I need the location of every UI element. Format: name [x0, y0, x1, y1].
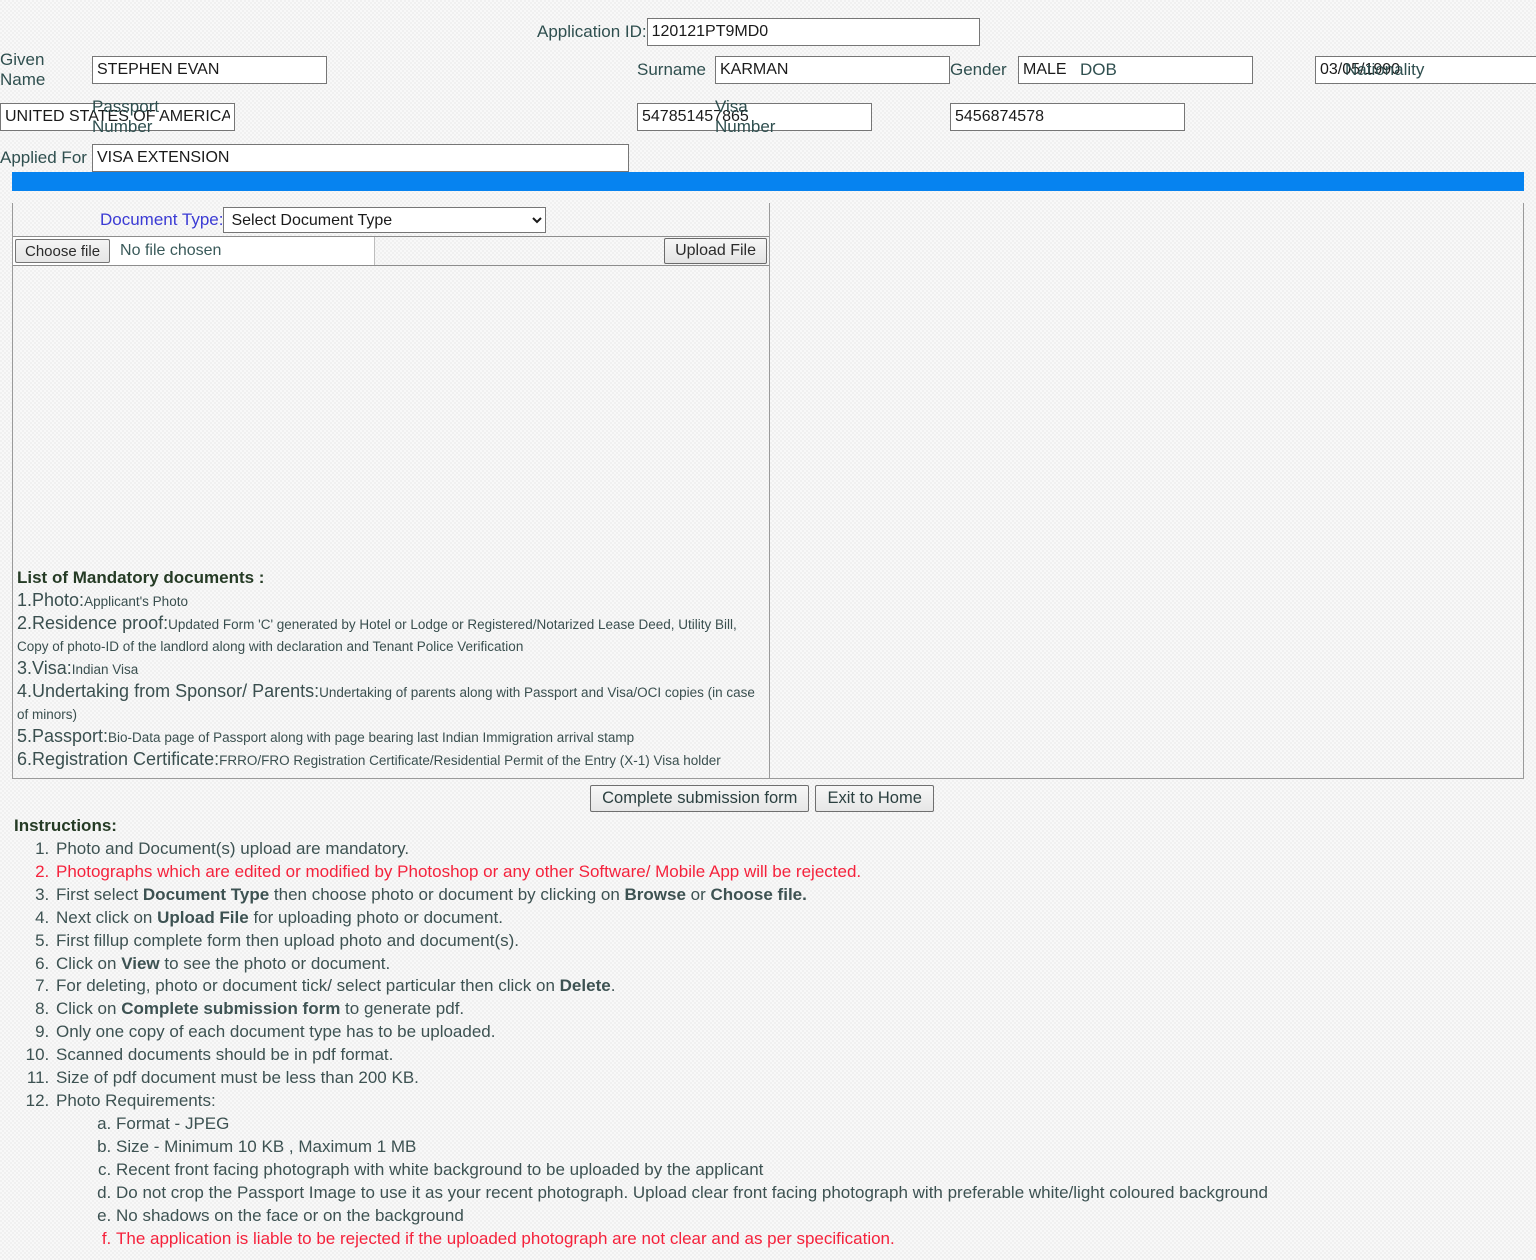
details-grid: Given Name Surname Gender DOB Nationalit…: [0, 50, 1536, 136]
instruction-item: Size of pdf document must be less than 2…: [54, 1067, 1536, 1090]
photo-requirements-list: Format - JPEGSize - Minimum 10 KB , Maxi…: [54, 1113, 1536, 1251]
mandatory-documents-section: List of Mandatory documents : 1.Photo:Ap…: [13, 566, 769, 778]
mandatory-document-name: 6.Registration Certificate:: [17, 748, 220, 769]
instruction-item: Click on View to see the photo or docume…: [54, 953, 1536, 976]
instructions-list: Photo and Document(s) upload are mandato…: [0, 838, 1536, 1251]
applied-for-cell: [92, 144, 1536, 173]
applied-for-label: Applied For: [0, 148, 87, 168]
applied-for-field[interactable]: [92, 144, 629, 173]
visa-number-cell: [950, 102, 1185, 131]
instruction-item: For deleting, photo or document tick/ se…: [54, 975, 1536, 998]
mandatory-documents-title: List of Mandatory documents :: [17, 568, 265, 588]
instruction-item: Only one copy of each document type has …: [54, 1021, 1536, 1044]
choose-file-button[interactable]: Choose file: [15, 239, 111, 264]
mandatory-document-name: 5.Passport:: [17, 725, 109, 746]
instructions-title: Instructions:: [14, 815, 117, 835]
photo-requirement-item: Recent front facing photograph with whit…: [116, 1159, 1536, 1182]
given-name-field[interactable]: [92, 55, 327, 84]
dob-cell: [1315, 55, 1536, 84]
mandatory-document-item: 2.Residence proof:Updated Form 'C' gener…: [17, 613, 763, 657]
nationality-cell: [0, 102, 235, 131]
instruction-item: Click on Complete submission form to gen…: [54, 998, 1536, 1021]
application-id-row: Application ID:: [0, 0, 1536, 50]
mandatory-document-item: 1.Photo:Applicant's Photo: [17, 590, 763, 612]
mandatory-document-description: FRRO/FRO Registration Certificate/Reside…: [219, 752, 721, 768]
mandatory-document-item: 6.Registration Certificate:FRRO/FRO Regi…: [17, 749, 763, 771]
upload-file-button[interactable]: Upload File: [664, 238, 767, 265]
surname-cell: [715, 55, 950, 84]
file-chosen-status: No file chosen: [120, 242, 222, 260]
applied-for-row: Applied For: [0, 144, 1536, 173]
mandatory-document-name: 1.Photo:: [17, 590, 85, 611]
document-type-label: Document Type:: [100, 210, 224, 230]
applicant-details-form: Application ID: Given Name Surname Gende…: [0, 0, 1536, 173]
uploaded-documents-list: [13, 266, 769, 566]
complete-submission-form-button[interactable]: Complete submission form: [590, 784, 810, 812]
instruction-item: First fillup complete form then upload p…: [54, 930, 1536, 953]
gender-cell: [1018, 55, 1253, 84]
file-input-wrapper[interactable]: Choose file No file chosen: [13, 237, 375, 266]
panel-body: Document Type: Select Document Type Choo…: [13, 203, 1523, 778]
visa-number-label: Visa Number: [715, 97, 776, 136]
photo-requirement-item: Format - JPEG: [116, 1113, 1536, 1136]
mandatory-document-name: 3.Visa:: [17, 658, 72, 679]
file-upload-row: Choose file No file chosen Upload File: [13, 236, 769, 267]
application-id-label: Application ID:: [537, 22, 647, 41]
given-name-label: Given Name: [0, 50, 46, 89]
document-type-row: Document Type: Select Document Type: [13, 203, 769, 236]
photo-requirement-item: Size - Minimum 10 KB , Maximum 1 MB: [116, 1136, 1536, 1159]
instruction-item: Scanned documents should be in pdf forma…: [54, 1044, 1536, 1067]
mandatory-document-item: 5.Passport:Bio-Data page of Passport alo…: [17, 726, 763, 748]
mandatory-document-description: Indian Visa: [71, 662, 139, 678]
application-id-field[interactable]: [646, 18, 980, 46]
nationality-label: Nationality: [1345, 59, 1425, 79]
upload-column: Document Type: Select Document Type Choo…: [13, 203, 770, 778]
surname-label: Surname: [637, 59, 706, 79]
mandatory-document-item: 4.Undertaking from Sponsor/ Parents:Unde…: [17, 681, 763, 725]
upload-row-spacer: [375, 237, 664, 265]
section-accent-bar: [12, 172, 1524, 192]
passport-number-label: Passport Number: [92, 97, 160, 136]
visa-number-field[interactable]: [950, 102, 1185, 131]
preview-column: [770, 203, 1523, 778]
mandatory-document-name: 4.Undertaking from Sponsor/ Parents:: [17, 681, 320, 701]
mandatory-document-name: 2.Residence proof:: [17, 613, 169, 634]
instruction-item: Photo Requirements:: [54, 1090, 1536, 1113]
instruction-item: First select Document Type then choose p…: [54, 884, 1536, 907]
surname-field[interactable]: [715, 55, 950, 84]
dob-label: DOB: [1080, 59, 1117, 79]
document-upload-panel: Document Type: Select Document Type Choo…: [12, 203, 1524, 779]
mandatory-document-item: 3.Visa:Indian Visa: [17, 658, 763, 680]
instructions-section: Instructions: Photo and Document(s) uplo…: [0, 814, 1536, 1251]
gender-label: Gender: [950, 59, 1007, 79]
passport-number-cell: [637, 102, 872, 131]
photo-requirement-item: Do not crop the Passport Image to use it…: [116, 1182, 1536, 1205]
photo-requirement-item: No shadows on the face or on the backgro…: [116, 1205, 1536, 1228]
mandatory-documents-items: 1.Photo:Applicant's Photo 2.Residence pro…: [17, 590, 763, 771]
mandatory-document-description: Applicant's Photo: [84, 594, 188, 610]
instruction-item: Photo and Document(s) upload are mandato…: [54, 838, 1536, 861]
instruction-item: Next click on Upload File for uploading …: [54, 907, 1536, 930]
document-type-select[interactable]: Select Document Type: [223, 207, 547, 234]
given-name-cell: [92, 55, 637, 84]
exit-to-home-button[interactable]: Exit to Home: [815, 784, 934, 812]
instruction-item: Photographs which are edited or modified…: [54, 861, 1536, 884]
photo-requirement-item: The application is liable to be rejected…: [116, 1228, 1536, 1251]
mandatory-document-description: Bio-Data page of Passport along with pag…: [108, 729, 635, 745]
form-actions: Complete submission form Exit to Home: [0, 779, 1524, 814]
